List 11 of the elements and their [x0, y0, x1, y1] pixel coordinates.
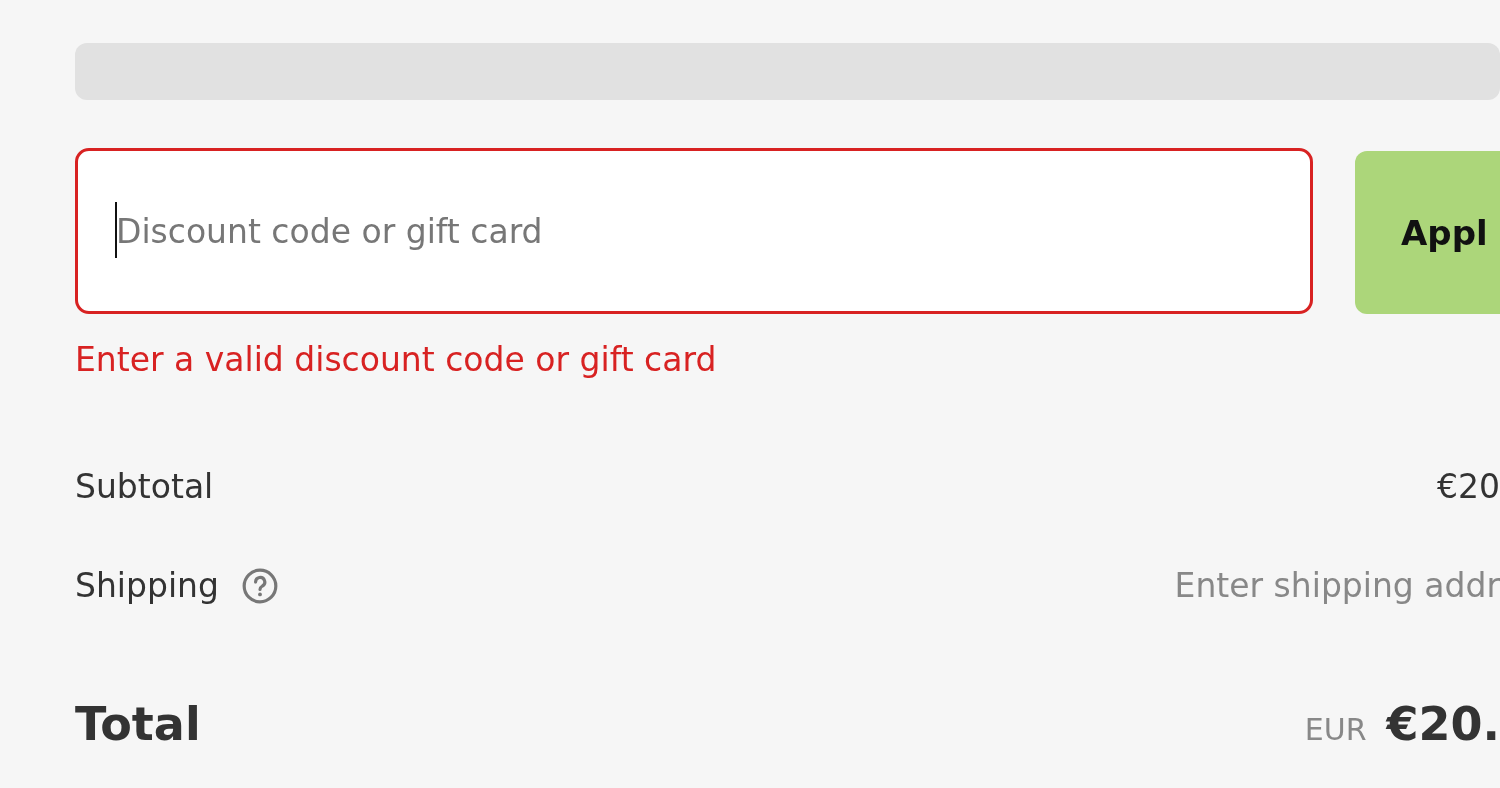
currency-code: EUR — [1304, 712, 1367, 747]
apply-button[interactable]: Appl — [1355, 151, 1500, 314]
summary-value: €20 — [1437, 467, 1500, 506]
error-message: Enter a valid discount code or gift card — [75, 340, 718, 379]
total-label: Total — [75, 697, 201, 751]
summary-label: Subtotal — [75, 467, 214, 506]
summary-label: Shipping — [75, 566, 219, 605]
total-amount: €20. — [1386, 697, 1500, 751]
discount-code-field[interactable]: Discount code or gift card — [75, 148, 1313, 314]
help-icon[interactable] — [240, 566, 279, 605]
summary-value: Enter shipping addr — [1174, 566, 1500, 605]
